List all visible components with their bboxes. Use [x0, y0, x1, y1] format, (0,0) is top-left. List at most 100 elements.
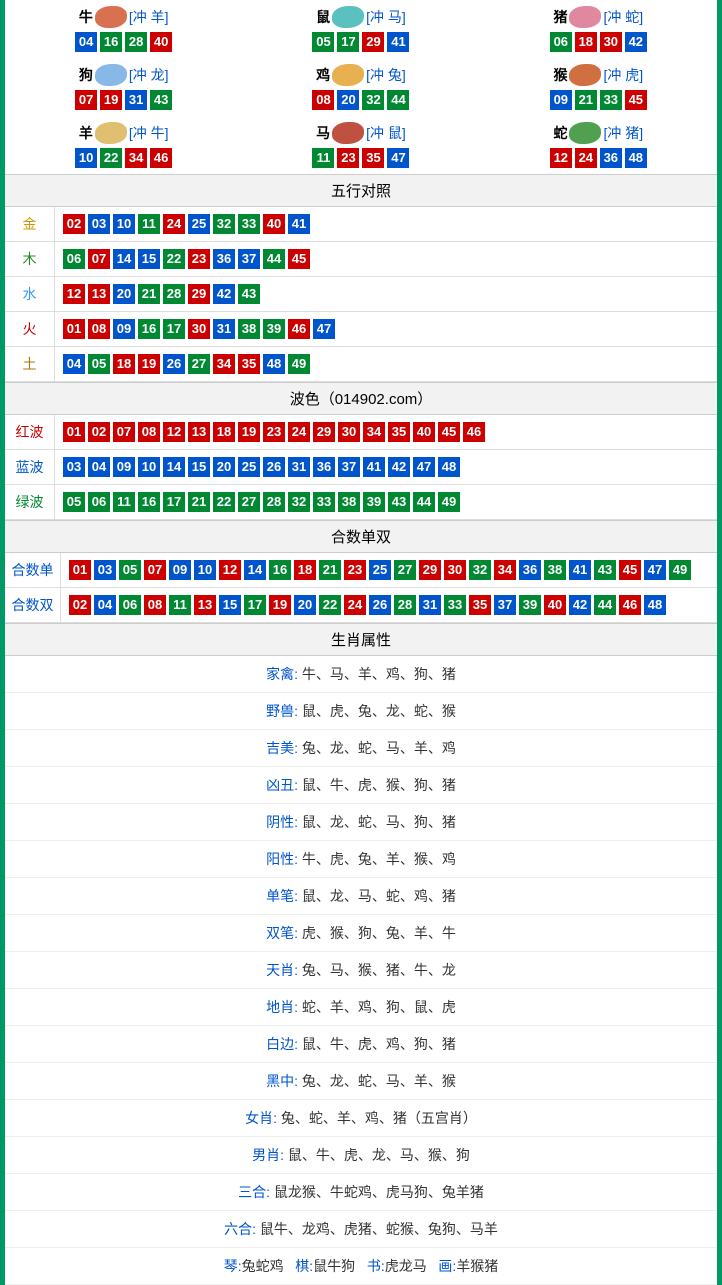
number-ball: 48: [625, 148, 647, 168]
number-ball: 04: [94, 595, 116, 615]
number-ball: 15: [219, 595, 241, 615]
number-ball: 09: [113, 457, 135, 477]
number-ball: 46: [288, 319, 310, 339]
zodiac-conflict: [冲 蛇]: [603, 7, 643, 27]
attr-row: 地肖: 蛇、羊、鸡、狗、鼠、虎: [5, 989, 717, 1026]
number-ball: 14: [244, 560, 266, 580]
number-ball: 27: [394, 560, 416, 580]
zodiac-head: 牛[冲 羊]: [11, 6, 236, 28]
number-ball: 21: [319, 560, 341, 580]
zodiac-cell: 鸡[冲 兔]08203244: [242, 58, 479, 116]
number-ball: 11: [169, 595, 191, 615]
number-ball: 25: [369, 560, 391, 580]
number-ball: 42: [625, 32, 647, 52]
number-ball: 41: [387, 32, 409, 52]
number-ball: 10: [113, 214, 135, 234]
table-row: 土 04051819262734354849: [5, 347, 717, 382]
zodiac-cell: 鼠[冲 马]05172941: [242, 0, 479, 58]
attr-value: 牛、马、羊、鸡、狗、猪: [302, 666, 456, 682]
number-ball: 10: [75, 148, 97, 168]
zodiac-conflict: [冲 牛]: [129, 123, 169, 143]
attr-value: 鼠、牛、虎、鸡、狗、猪: [302, 1036, 456, 1052]
attr-row: 男肖: 鼠、牛、虎、龙、马、猴、狗: [5, 1137, 717, 1174]
number-ball: 34: [125, 148, 147, 168]
zodiac-cell: 猴[冲 虎]09213345: [480, 58, 717, 116]
zodiac-cell: 蛇[冲 猪]12243648: [480, 116, 717, 174]
attr-label: 琴:: [224, 1258, 242, 1274]
zodiac-conflict: [冲 鼠]: [366, 123, 406, 143]
attr-label: 棋:: [295, 1258, 313, 1274]
number-ball: 33: [600, 90, 622, 110]
zodiac-icon: [95, 64, 127, 86]
zodiac-cell: 马[冲 鼠]11233547: [242, 116, 479, 174]
ball-row: 04051819262734354849: [63, 354, 709, 374]
zodiac-conflict: [冲 龙]: [129, 65, 169, 85]
attr-row: 阳性: 牛、虎、兔、羊、猴、鸡: [5, 841, 717, 878]
number-ball: 09: [550, 90, 572, 110]
number-ball: 48: [438, 457, 460, 477]
number-ball: 48: [263, 354, 285, 374]
zodiac-name: 蛇: [553, 123, 567, 143]
number-ball: 41: [569, 560, 591, 580]
number-ball: 17: [163, 492, 185, 512]
attr-label: 六合:: [224, 1221, 256, 1237]
number-ball: 28: [125, 32, 147, 52]
number-ball: 20: [337, 90, 359, 110]
attr-value: 鼠牛狗: [313, 1258, 355, 1274]
ball-row: 02031011242532334041: [63, 214, 709, 234]
number-ball: 26: [263, 457, 285, 477]
zodiac-head: 马 [冲 鼠]: [248, 122, 473, 144]
row-content: 02031011242532334041: [55, 208, 717, 240]
number-ball: 18: [575, 32, 597, 52]
bose-table: 红波0102070812131819232429303435404546蓝波03…: [5, 415, 717, 520]
table-row: 红波0102070812131819232429303435404546: [5, 415, 717, 450]
zodiac-icon: [95, 122, 127, 144]
heshu-table: 合数单0103050709101214161821232527293032343…: [5, 553, 717, 623]
number-ball: 07: [113, 422, 135, 442]
attr-label: 女肖:: [245, 1110, 277, 1126]
number-ball: 44: [387, 90, 409, 110]
number-ball: 24: [344, 595, 366, 615]
number-ball: 24: [575, 148, 597, 168]
attr-label: 书:: [367, 1258, 385, 1274]
row-content: 05061116172122272832333839434449: [55, 486, 717, 518]
row-label: 土: [5, 347, 55, 381]
attr-row: 三合: 鼠龙猴、牛蛇鸡、虎马狗、兔羊猪: [5, 1174, 717, 1211]
attr-label: 白边:: [266, 1036, 298, 1052]
number-ball: 22: [319, 595, 341, 615]
zodiac-icon: [332, 64, 364, 86]
number-ball: 01: [63, 422, 85, 442]
number-ball: 45: [625, 90, 647, 110]
number-ball: 42: [213, 284, 235, 304]
bose-header: 波色（014902.com）: [5, 382, 717, 415]
number-ball: 39: [363, 492, 385, 512]
number-ball: 36: [313, 457, 335, 477]
number-ball: 18: [113, 354, 135, 374]
table-row: 合数单0103050709101214161821232527293032343…: [5, 553, 717, 588]
zodiac-head: 猴[冲 虎]: [486, 64, 711, 86]
number-ball: 06: [88, 492, 110, 512]
number-ball: 46: [150, 148, 172, 168]
number-ball: 22: [213, 492, 235, 512]
row-content: 06071415222336374445: [55, 243, 717, 275]
number-ball: 33: [313, 492, 335, 512]
number-ball: 31: [125, 90, 147, 110]
number-ball: 30: [600, 32, 622, 52]
number-ball: 20: [113, 284, 135, 304]
attr-value: 鼠、龙、马、蛇、鸡、猪: [302, 888, 456, 904]
number-ball: 20: [213, 457, 235, 477]
number-ball: 14: [113, 249, 135, 269]
row-content: 03040910141520252631363741424748: [55, 451, 717, 483]
attr-value: 蛇、羊、鸡、狗、鼠、虎: [302, 999, 456, 1015]
number-ball: 02: [63, 214, 85, 234]
number-ball: 05: [312, 32, 334, 52]
attr-row: 双笔: 虎、猴、狗、兔、羊、牛: [5, 915, 717, 952]
number-ball: 31: [419, 595, 441, 615]
number-ball: 49: [288, 354, 310, 374]
attr-row: 六合: 鼠牛、龙鸡、虎猪、蛇猴、兔狗、马羊: [5, 1211, 717, 1248]
zodiac-name: 猪: [553, 7, 567, 27]
attr-row: 野兽: 鼠、虎、兔、龙、蛇、猴: [5, 693, 717, 730]
number-ball: 01: [63, 319, 85, 339]
zodiac-name: 马: [316, 123, 330, 143]
number-ball: 45: [619, 560, 641, 580]
